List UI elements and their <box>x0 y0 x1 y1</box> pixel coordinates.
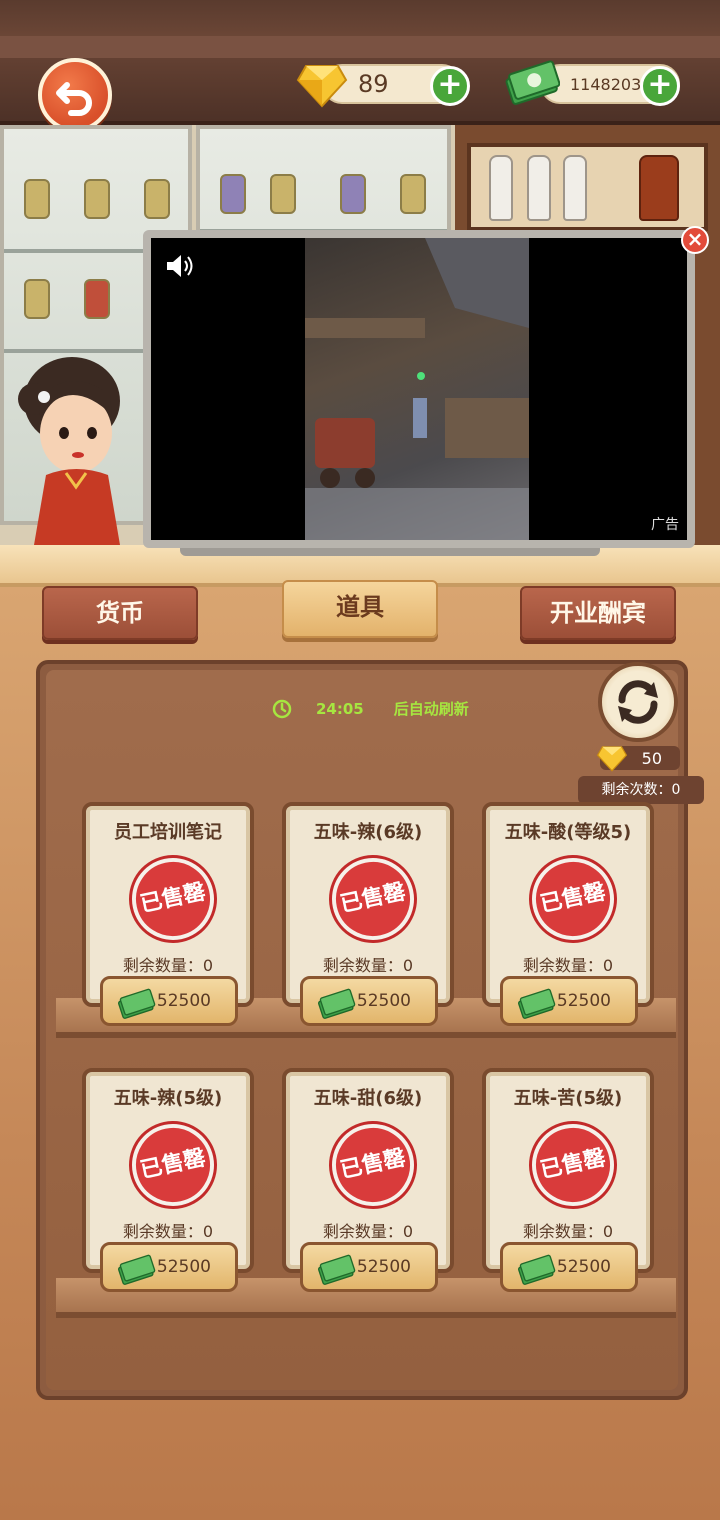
buy-button[interactable]: 52500 <box>500 976 638 1026</box>
tv-stand <box>180 548 600 556</box>
gem-count: 89 <box>358 70 389 98</box>
cash-icon <box>318 988 356 1019</box>
speaker-icon[interactable] <box>165 252 197 280</box>
timer-value: 24:05 <box>316 699 364 718</box>
sold-out-stamp: 已售罄 <box>324 1116 422 1214</box>
tab-opening-promo[interactable]: 开业酬宾 <box>520 586 676 640</box>
buy-button[interactable]: 52500 <box>100 976 238 1026</box>
tab-currency[interactable]: 货币 <box>42 586 198 640</box>
buy-button[interactable]: 52500 <box>100 1242 238 1292</box>
top-bar-stripe <box>0 36 720 58</box>
sold-out-stamp: 已售罄 <box>524 1116 622 1214</box>
item-quantity: 剩余数量：0 <box>322 1222 414 1241</box>
price-value: 52500 <box>556 991 611 1011</box>
cash-icon <box>118 1254 156 1285</box>
price-value: 52500 <box>156 1257 211 1277</box>
gem-icon <box>296 65 348 108</box>
refresh-button[interactable] <box>598 662 678 742</box>
tab-items[interactable]: 道具 <box>282 580 438 638</box>
item-name: 五味-甜(6级) <box>313 1088 423 1109</box>
price-value: 52500 <box>156 991 211 1011</box>
remaining-refresh-count: 剩余次数：0 <box>578 776 704 804</box>
cash-icon <box>318 1254 356 1285</box>
item-quantity: 剩余数量：0 <box>522 956 614 975</box>
buy-button[interactable]: 52500 <box>500 1242 638 1292</box>
add-cash-button[interactable]: + <box>640 66 680 106</box>
item-name: 五味-辣(6级) <box>313 822 423 843</box>
video-ad[interactable]: 广告 <box>143 230 695 548</box>
shopkeeper-character <box>18 357 120 545</box>
buy-button[interactable]: 52500 <box>300 1242 438 1292</box>
auto-refresh-label: 后自动刷新 <box>393 700 469 718</box>
refresh-cost-value: 50 <box>641 748 662 768</box>
ad-label: 广告 <box>651 517 679 533</box>
cash-icon <box>518 1254 556 1285</box>
close-ad-button[interactable]: × <box>681 226 709 254</box>
price-value: 52500 <box>556 1257 611 1277</box>
cash-icon <box>518 988 556 1019</box>
sold-out-stamp: 已售罄 <box>124 850 222 948</box>
back-arrow-icon <box>56 82 92 116</box>
cash-icon <box>118 988 156 1019</box>
sold-out-stamp: 已售罄 <box>124 1116 222 1214</box>
item-quantity: 剩余数量：0 <box>122 1222 214 1241</box>
item-name: 五味-酸(等级5) <box>504 822 632 843</box>
video-frame <box>305 238 529 540</box>
price-value: 52500 <box>356 1257 411 1277</box>
item-quantity: 剩余数量：0 <box>122 956 214 975</box>
add-gems-button[interactable]: + <box>430 66 470 106</box>
back-button[interactable] <box>38 58 112 132</box>
sold-out-stamp: 已售罄 <box>524 850 622 948</box>
buy-button[interactable]: 52500 <box>300 976 438 1026</box>
sold-out-stamp: 已售罄 <box>324 850 422 948</box>
price-value: 52500 <box>356 991 411 1011</box>
item-quantity: 剩余数量：0 <box>522 1222 614 1241</box>
item-name: 员工培训笔记 <box>114 822 222 843</box>
refresh-icon <box>618 680 658 724</box>
item-quantity: 剩余数量：0 <box>322 956 414 975</box>
video-ad-screen[interactable]: 广告 <box>151 238 687 540</box>
gem-icon <box>596 746 628 772</box>
item-name: 五味-苦(5级) <box>513 1088 623 1109</box>
clock-icon <box>272 699 292 718</box>
video-scene-image <box>305 238 529 540</box>
refresh-timer: 24:05 后自动刷新 <box>272 698 469 719</box>
cash-icon <box>505 60 560 105</box>
item-name: 五味-辣(5级) <box>113 1088 223 1109</box>
